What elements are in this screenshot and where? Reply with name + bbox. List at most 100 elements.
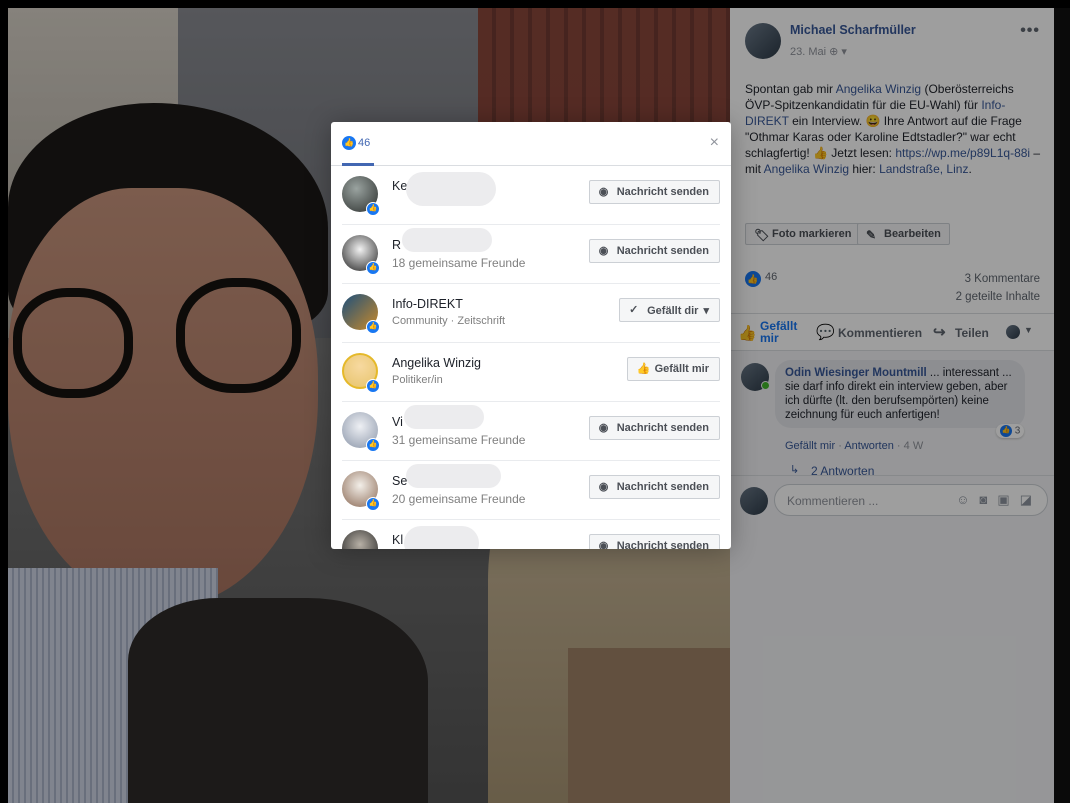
messenger-icon: ◉ [598, 540, 609, 549]
list-item: 👍 Angelika Winzig Politiker/in 👍 Gefällt mir [342, 343, 720, 402]
like-page-button[interactable]: 👍 Gefällt mir [626, 357, 720, 381]
comment-reply-link[interactable]: Antworten [844, 440, 894, 452]
redaction-blur [402, 228, 492, 252]
thumbs-up-icon[interactable]: 👍 [738, 324, 757, 342]
button-label: Nachricht senden [616, 481, 709, 493]
person-subtitle[interactable]: 18 gemeinsame Freunde [392, 256, 525, 270]
post-link[interactable]: Angelika Winzig [764, 162, 849, 176]
list-item: 👍Kl◉Nachricht senden [342, 520, 720, 549]
comments-count[interactable]: 3 Kommentare [965, 273, 1040, 285]
page-edge [1054, 8, 1070, 803]
like-button[interactable]: Gefällt mir [760, 320, 808, 344]
comment-author[interactable]: Odin Wiesinger Mountmill [785, 367, 927, 379]
messenger-icon: ◉ [598, 245, 609, 257]
globe-icon[interactable]: ⊕ ▾ [829, 46, 847, 58]
thumbs-up-icon: 👍 [636, 363, 651, 375]
person-subtitle[interactable]: 20 gemeinsame Freunde [392, 492, 525, 506]
redaction-blur [404, 405, 484, 429]
tag-icon: 🏷 [754, 228, 770, 242]
comment-button[interactable]: Kommentieren [838, 326, 922, 340]
messenger-icon: ◉ [598, 481, 609, 493]
camera-icon[interactable]: ◙ [980, 492, 998, 507]
messenger-icon: ◉ [598, 186, 609, 198]
list-item: 👍 R 18 gemeinsame Freunde ◉ Nachricht senden [342, 225, 720, 284]
like-badge-icon: 👍 [366, 261, 380, 275]
tab-all-reactions[interactable]: 👍 46 [342, 134, 375, 166]
check-icon: ✓ [629, 304, 639, 316]
post-text-fragment: Spontan gab mir [745, 82, 836, 96]
online-status-dot [761, 381, 770, 390]
person-name[interactable]: Angelika Winzig [392, 356, 481, 370]
author-avatar[interactable] [745, 23, 781, 59]
reactions-dialog: 👍 46 × 👍 Ke ◉ Nachricht senden 👍 R 18 gemeinsam… [331, 122, 731, 549]
like-count[interactable]: 46 [765, 271, 777, 283]
comment-bubble: Odin Wiesinger Mountmill ... interessant… [775, 360, 1025, 428]
person-name[interactable]: R [392, 238, 401, 252]
post-text-fragment: . [968, 162, 972, 176]
share-button[interactable]: Teilen [955, 326, 989, 340]
post-link[interactable]: Landstraße, Linz [879, 162, 968, 176]
button-label: Nachricht senden [616, 540, 709, 549]
post-author[interactable]: Michael Scharfmüller [790, 23, 916, 37]
like-badge-icon: 👍 [366, 202, 380, 216]
person-subtitle[interactable]: 31 gemeinsame Freunde [392, 433, 525, 447]
send-message-button[interactable]: ◉ Nachricht senden [588, 180, 720, 204]
list-item: 👍 Info-DIREKT Community · Zeitschrift ✓ Gefä… [342, 284, 720, 343]
person-name[interactable]: Vi [392, 415, 403, 429]
like-badge-icon: 👍 [366, 320, 380, 334]
sticker-icon[interactable]: ◪ [1020, 492, 1042, 507]
chevron-down-icon[interactable]: ▼ [1024, 325, 1033, 335]
redaction-blur [406, 464, 501, 488]
avatar[interactable] [342, 530, 378, 549]
person-subtitle: Community · Zeitschrift [392, 315, 506, 327]
comments-section: Odin Wiesinger Mountmill ... interessant… [730, 351, 1054, 803]
post-link[interactable]: https://wp.me/p89L1q-88i [895, 146, 1030, 160]
tag-photo-button[interactable]: 🏷 Foto markieren [745, 223, 861, 245]
comment-icon[interactable]: 💬 [816, 323, 835, 341]
post-date[interactable]: 23. Mai ⊕ ▾ [790, 45, 847, 58]
comment-reactions[interactable]: 👍 3 [996, 424, 1025, 438]
list-item: 👍 Ke ◉ Nachricht senden [342, 166, 720, 225]
liked-page-button[interactable]: ✓ Gefällt dir ▾ [619, 298, 720, 322]
page-avatar[interactable] [1006, 325, 1020, 339]
post-sidebar: Michael Scharfmüller 23. Mai ⊕ ▾ ••• Spo… [730, 8, 1054, 803]
edit-label: Bearbeiten [884, 228, 941, 240]
comment-composer: Kommentieren ... ☺◙▣◪ [730, 475, 1054, 523]
composer-icons: ☺◙▣◪ [956, 492, 1042, 508]
person-name[interactable]: Kl [392, 533, 403, 547]
post-date-label[interactable]: 23. Mai [790, 46, 826, 58]
composer-avatar [740, 487, 768, 515]
post-text-fragment: hier: [849, 162, 880, 176]
tag-photo-label: Foto markieren [772, 228, 852, 240]
reactions-list: 👍 Ke ◉ Nachricht senden 👍 R 18 gemeinsame Freu… [342, 166, 720, 549]
send-message-button[interactable]: ◉ Nachricht senden [588, 416, 720, 440]
comment-time[interactable]: 4 W [904, 440, 924, 452]
like-badge-icon: 👍 [366, 438, 380, 452]
list-item: 👍 Se 20 gemeinsame Freunde ◉ Nachricht sende… [342, 461, 720, 520]
send-message-button[interactable]: ◉ Nachricht senden [588, 239, 720, 263]
post-link[interactable]: Angelika Winzig [836, 82, 921, 96]
edit-button[interactable]: ✎ Bearbeiten [857, 223, 950, 245]
redaction-blur [406, 172, 496, 206]
close-button[interactable]: × [710, 134, 719, 152]
emoji-icon[interactable]: ☺ [956, 492, 979, 507]
button-label: Nachricht senden [616, 186, 709, 198]
send-message-button[interactable]: ◉ Nachricht senden [588, 534, 720, 549]
gif-icon[interactable]: ▣ [997, 492, 1019, 507]
redaction-blur [404, 526, 479, 549]
shares-count[interactable]: 2 geteilte Inhalte [956, 291, 1040, 303]
person-subtitle: Politiker/in [392, 374, 443, 386]
messenger-icon: ◉ [598, 422, 609, 434]
more-options-button[interactable]: ••• [1020, 22, 1040, 40]
button-label: Gefällt dir [647, 305, 699, 317]
like-reaction-icon[interactable]: 👍 [745, 271, 761, 287]
person-name[interactable]: Ke [392, 179, 407, 193]
button-label: Nachricht senden [616, 422, 709, 434]
comment-like-link[interactable]: Gefällt mir [785, 440, 835, 452]
button-label: Gefällt mir [654, 363, 709, 375]
reaction-tab-count: 46 [358, 136, 371, 149]
send-message-button[interactable]: ◉ Nachricht senden [588, 475, 720, 499]
person-name[interactable]: Se [392, 474, 407, 488]
person-name[interactable]: Info-DIREKT [392, 297, 463, 311]
share-icon[interactable]: ↪ [933, 323, 946, 341]
